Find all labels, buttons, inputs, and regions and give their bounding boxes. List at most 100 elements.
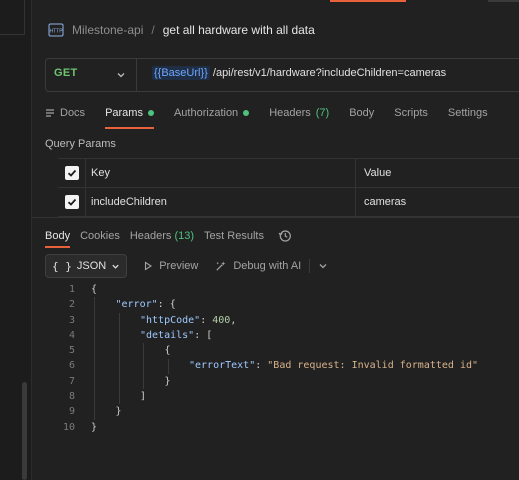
response-headers-count: (13) [174,230,195,242]
tab-params[interactable]: Params [105,102,154,129]
url-input[interactable]: {{BaseUrl}} /api/rest/v1/hardware?includ… [152,66,447,80]
params-header-row: Key Value [58,158,519,187]
line-number: 10 [62,421,75,433]
line-number: 8 [68,391,75,403]
format-label: JSON [76,260,107,272]
response-tab-headers[interactable]: Headers (13) [130,230,194,242]
code-token: 400 [212,314,231,326]
code-token: : [ [194,329,213,341]
indent-guide [118,312,120,405]
column-divider [355,159,356,187]
code-text: } [91,420,97,435]
param-key-input[interactable]: includeChildren [91,196,167,208]
code-text: "errorText": "Bad request: Invalid forma… [189,358,478,373]
response-toolbar: { } JSON Preview Debug with AI [45,254,328,278]
code-token: : { [157,299,176,311]
param-row: includeChildren cameras [58,187,519,217]
code-text: } [116,404,122,419]
line-number: 4 [68,329,75,341]
code-token: : [200,314,213,326]
url-divider [136,59,137,91]
active-tab-indicator [330,0,406,2]
left-pane-header [0,0,25,35]
left-pane [0,0,32,480]
debug-options-button[interactable] [309,259,328,273]
tab-scripts-label: Scripts [394,107,428,119]
request-name[interactable]: get all hardware with all data [163,23,315,37]
code-text: "details": [ [140,328,212,343]
chevron-down-icon[interactable] [116,69,126,83]
code-text: "error": { [116,297,176,312]
tab-settings[interactable]: Settings [448,102,488,124]
method-select[interactable]: GET [54,67,78,79]
code-token: "Bad request: Invalid formatted id" [267,360,478,372]
indent-guide [94,297,95,420]
tab-authorization[interactable]: Authorization [173,102,250,124]
line-number: 9 [68,406,75,418]
left-pane-scrollbar[interactable] [22,382,27,480]
breadcrumb-separator: / [151,23,155,37]
code-token: } [115,406,122,418]
indent-guide [143,343,144,390]
debug-label: Debug with AI [233,260,302,272]
headers-count: (7) [315,107,330,119]
history-icon[interactable] [278,229,292,243]
select-all-checkbox[interactable] [65,166,79,180]
docs-icon [46,109,54,117]
tab-authorization-label: Authorization [173,107,239,119]
request-tabs: Docs Params Authorization Headers (7) Bod… [45,102,508,129]
param-enabled-checkbox[interactable] [65,195,79,209]
param-value-input[interactable]: cameras [364,196,406,208]
code-token: : [255,360,268,372]
authorization-status-dot [243,110,250,116]
response-tabs: Body Cookies Headers (13) Test Results [45,226,292,248]
tab-headers-label: Headers [269,107,311,119]
code-token: ] [140,391,147,403]
tab-docs[interactable]: Docs [45,102,85,124]
code-token: { [91,284,98,295]
code-text: { [165,343,171,358]
chevron-down-icon [112,264,119,269]
line-number: 1 [68,284,75,295]
tab-body-label: Body [349,107,375,119]
code-text: { [91,282,97,297]
code-token: } [91,421,98,433]
tab-scripts[interactable]: Scripts [394,102,428,124]
tab-params-label: Params [105,107,143,119]
params-status-dot [147,110,154,116]
response-tab-headers-label: Headers [129,230,172,242]
tab-body[interactable]: Body [349,102,374,124]
code-text: ] [140,389,146,404]
code-token: "error" [115,299,158,311]
code-text: } [165,374,171,389]
line-number: 3 [68,314,75,326]
pane-splitter[interactable] [31,217,519,218]
column-divider [85,159,86,187]
format-select[interactable]: { } JSON [45,254,128,278]
debug-with-ai-button[interactable]: Debug with AI [214,260,301,273]
key-column-header: Key [91,167,110,179]
code-token: "httpCode" [140,314,201,326]
tab-headers[interactable]: Headers (7) [269,102,329,124]
preview-button[interactable]: Preview [143,260,198,272]
code-token: "errorText" [189,360,256,372]
column-divider [355,188,356,216]
response-tab-cookies[interactable]: Cookies [80,230,120,242]
value-column-header: Value [364,167,392,179]
code-token: { [164,345,171,357]
url-bar: GET {{BaseUrl}} /api/rest/v1/hardware?in… [45,58,519,92]
line-number: 7 [68,375,75,387]
url-path: /api/rest/v1/hardware?includeChildren=ca… [212,67,447,79]
line-number: 6 [68,360,75,372]
svg-text:HTTP: HTTP [49,29,63,35]
code-token: } [164,375,171,387]
tab-edge [488,0,519,2]
preview-label: Preview [159,260,199,272]
response-tab-test-results[interactable]: Test Results [204,230,264,242]
breadcrumb-collection[interactable]: Milestone-api [72,23,143,37]
line-number: 5 [68,345,75,357]
query-params-title: Query Params [45,138,116,150]
query-params-table: Key Value includeChildren cameras [58,158,519,217]
response-tab-body[interactable]: Body [45,230,71,248]
line-number: 2 [68,299,75,311]
